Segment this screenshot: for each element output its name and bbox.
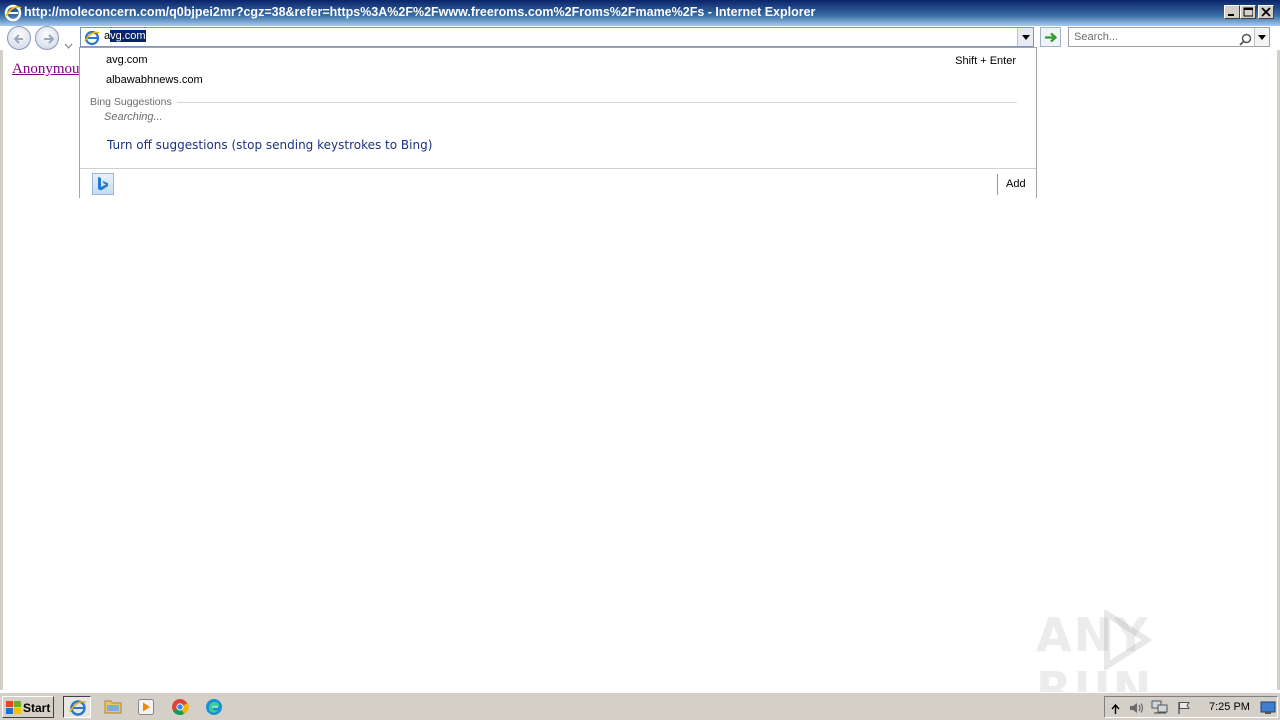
suggestion-item[interactable]: avg.com (106, 54, 148, 66)
address-suggestions-dropdown: avg.com Shift + Enter albawabhnews.com B… (79, 47, 1037, 198)
taskbar-media-player[interactable] (132, 696, 160, 718)
speaker-icon[interactable] (1129, 700, 1147, 719)
forward-button[interactable] (35, 26, 59, 50)
section-divider (177, 102, 1017, 103)
go-arrow-icon (1045, 32, 1058, 43)
start-label: Start (23, 701, 51, 715)
back-arrow-icon (13, 34, 23, 44)
window-title: http://moleconcern.com/q0bjpei2mr?cgz=38… (24, 5, 816, 19)
flag-icon[interactable] (1177, 700, 1191, 719)
clock[interactable]: 7:25 PM (1209, 701, 1250, 713)
shortcut-hint: Shift + Enter (955, 55, 1016, 67)
recent-pages-dropdown[interactable] (64, 34, 73, 53)
desktop-icon[interactable] (1260, 700, 1276, 719)
suggestions-footer: Add (80, 168, 1036, 198)
edge-icon (206, 699, 222, 715)
taskbar: Start 7:25 PM (0, 692, 1280, 720)
chrome-icon (172, 699, 189, 715)
address-autocomplete-selection: vg.com (110, 30, 146, 42)
footer-divider (997, 174, 998, 195)
chevron-down-icon (1022, 35, 1030, 40)
network-icon[interactable] (1151, 700, 1169, 719)
address-bar[interactable]: avg.com (80, 27, 1034, 47)
forward-arrow-icon (44, 34, 55, 44)
media-player-icon (138, 699, 154, 715)
chevron-down-icon (64, 43, 73, 49)
search-box[interactable]: Search... (1068, 27, 1270, 47)
magnifier-icon[interactable] (1239, 31, 1252, 50)
play-icon (1104, 610, 1153, 670)
close-button[interactable] (1258, 5, 1274, 19)
back-button[interactable] (7, 26, 31, 50)
search-input[interactable]: Search... (1074, 31, 1118, 43)
page-link[interactable]: Anonymou (12, 61, 80, 78)
taskbar-explorer[interactable] (99, 696, 127, 718)
minimize-button[interactable] (1224, 5, 1240, 19)
chevron-down-icon (1258, 35, 1266, 40)
taskbar-chrome[interactable] (166, 696, 194, 718)
address-dropdown-button[interactable] (1017, 28, 1033, 46)
searching-status: Searching... (104, 111, 163, 123)
bing-suggestions-header: Bing Suggestions (90, 96, 172, 108)
taskbar-edge[interactable] (200, 696, 228, 718)
up-chevron-icon[interactable] (1111, 700, 1120, 719)
search-provider-dropdown[interactable] (1254, 28, 1269, 46)
windows-logo-icon (6, 701, 21, 714)
taskbar-internet-explorer[interactable] (63, 696, 91, 718)
add-provider-button[interactable]: Add (1006, 178, 1026, 190)
bing-icon (98, 177, 108, 191)
title-bar: http://moleconcern.com/q0bjpei2mr?cgz=38… (0, 0, 1280, 26)
turn-off-suggestions-link[interactable]: Turn off suggestions (stop sending keyst… (107, 138, 432, 152)
bing-provider-button[interactable] (92, 173, 114, 195)
go-button[interactable] (1040, 27, 1061, 47)
suggestion-item[interactable]: albawabhnews.com (106, 74, 203, 86)
ie-logo-icon (4, 4, 22, 22)
system-tray: 7:25 PM (1104, 696, 1278, 718)
folder-icon (104, 700, 122, 714)
maximize-button[interactable] (1240, 5, 1256, 19)
window-left-border (0, 50, 3, 690)
address-input[interactable]: avg.com (104, 30, 146, 42)
ie-icon (69, 700, 87, 716)
start-button[interactable]: Start (2, 696, 54, 718)
